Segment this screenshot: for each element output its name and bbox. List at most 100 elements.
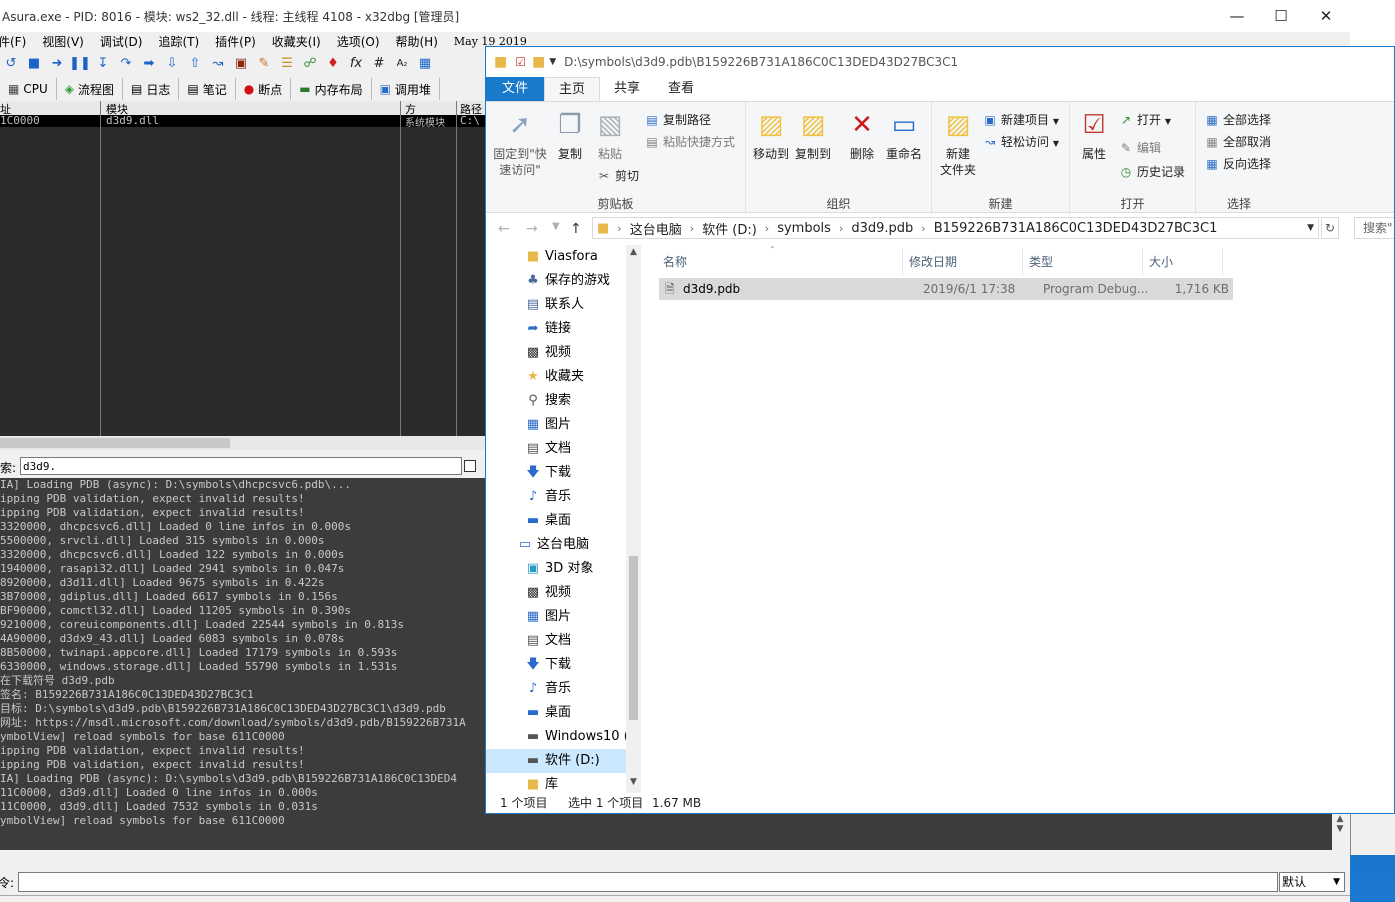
tree-item[interactable]: ➦ 链接 <box>524 317 571 341</box>
copy-path-button[interactable]: ▤ 复制路径 <box>644 112 711 128</box>
log-scroll-arrows[interactable]: ▲ ▼ <box>1332 814 1348 850</box>
tab-memory-map[interactable]: ▬ 内存布局 <box>291 78 372 100</box>
minimize-button[interactable]: — <box>1214 0 1260 32</box>
open-button[interactable]: ↗ 打开 ▼ <box>1118 112 1171 130</box>
tab-home[interactable]: 主页 <box>544 77 601 101</box>
tab-graph[interactable]: ◈ 流程图 <box>57 78 123 100</box>
properties-button[interactable]: ☑ 属性 <box>1076 108 1112 162</box>
properties-icon[interactable]: ☑ <box>515 55 526 69</box>
recent-chevron-icon[interactable]: ▼ <box>552 221 560 232</box>
copy-button[interactable]: ❐ 复制 <box>552 108 588 162</box>
tree-item[interactable]: ♪ 音乐 <box>524 485 571 509</box>
menu-view[interactable]: 视图(V) <box>42 33 92 50</box>
tree-item[interactable]: ▤ 联系人 <box>524 293 584 317</box>
pin-quick-access-button[interactable]: ➚ 固定到"快速访问" <box>492 108 548 178</box>
tree-item[interactable]: ▦ 图片 <box>524 605 571 629</box>
cut-button[interactable]: ✂ 剪切 <box>596 168 639 184</box>
move-to-button[interactable]: ▨ 移动到 <box>752 108 790 162</box>
tab-cpu[interactable]: ▦ CPU <box>0 78 57 100</box>
run-icon[interactable]: ➜ <box>46 53 68 73</box>
tree-item[interactable]: ▤ 文档 <box>524 629 571 653</box>
menu-options[interactable]: 选项(O) <box>337 33 388 50</box>
command-input[interactable] <box>18 872 1278 892</box>
tab-log[interactable]: ▤ 日志 <box>123 78 180 100</box>
bookmarks-icon[interactable]: ♦ <box>322 53 344 73</box>
tree-item[interactable]: 🡇 下载 <box>524 461 571 485</box>
tab-share[interactable]: 共享 <box>600 77 654 101</box>
menu-plugins[interactable]: 插件(P) <box>215 33 264 50</box>
scrollbar-thumb[interactable] <box>0 438 230 448</box>
up-icon[interactable]: ↑ <box>570 221 582 237</box>
patch-icon[interactable]: ✎ <box>253 53 275 73</box>
menu-favourites[interactable]: 收藏夹(I) <box>272 33 329 50</box>
stop-icon[interactable]: ■ <box>23 53 45 73</box>
scrollbar-thumb[interactable] <box>629 556 638 720</box>
refresh-icon[interactable]: ↻ <box>1321 217 1339 239</box>
tree-item[interactable]: ▩ 视频 <box>524 581 571 605</box>
tree-item[interactable]: ▬ Windows10 (C <box>524 725 638 749</box>
breadcrumb-drive-d[interactable]: 软件 (D:) <box>702 219 757 238</box>
menu-help[interactable]: 帮助(H) <box>396 33 446 50</box>
tree-item[interactable]: ▭ 这台电脑 <box>516 533 589 557</box>
hash-icon[interactable]: # <box>368 53 390 73</box>
regex-checkbox[interactable] <box>464 460 476 472</box>
column-name[interactable]: 名称 <box>657 249 903 275</box>
navigation-scrollbar[interactable]: ▲ ▼ <box>626 245 641 793</box>
menu-file[interactable]: 件(F) <box>0 33 34 50</box>
scroll-down-icon[interactable]: ▼ <box>626 777 641 787</box>
tree-item[interactable]: ■ 库 <box>524 773 558 793</box>
execute-till-return-icon[interactable]: ⇧ <box>184 53 206 73</box>
tree-item[interactable]: ★ 收藏夹 <box>524 365 584 389</box>
tree-item[interactable]: ▬ 桌面 <box>524 509 571 533</box>
column-type[interactable]: 类型 <box>1023 249 1143 275</box>
tree-item[interactable]: ▩ 视频 <box>524 341 571 365</box>
breadcrumb-this-pc[interactable]: 这台电脑 <box>630 219 682 238</box>
tree-item[interactable]: ♣ 保存的游戏 <box>524 269 610 293</box>
trace-over-icon[interactable]: ⇩ <box>161 53 183 73</box>
run-to-user-code-icon[interactable]: ↝ <box>207 53 229 73</box>
forward-icon[interactable]: → <box>526 221 538 237</box>
tree-item[interactable]: ■ Viasfora <box>524 245 598 269</box>
pause-icon[interactable]: ❚❚ <box>69 53 91 73</box>
breadcrumb-guid-folder[interactable]: B159226B731A186C0C13DED43D27BC3C1 <box>934 221 1218 236</box>
paste-shortcut-button[interactable]: ▤ 粘贴快捷方式 <box>644 134 735 150</box>
tree-item[interactable]: ▬ 软件 (D:) <box>486 749 626 773</box>
labels-icon[interactable]: ☍ <box>299 53 321 73</box>
tree-item[interactable]: ⚲ 搜索 <box>524 389 571 413</box>
horizontal-scrollbar[interactable] <box>0 436 486 450</box>
tree-item[interactable]: 🡇 下载 <box>524 653 571 677</box>
document-icon[interactable]: ▦ <box>414 53 436 73</box>
breadcrumb-symbols[interactable]: symbols <box>777 221 831 236</box>
tab-breakpoints[interactable]: ● 断点 <box>236 78 292 100</box>
file-row[interactable]: 🗎 d3d9.pdb 2019/6/1 17:38 Program Debug.… <box>659 278 1233 300</box>
tab-view[interactable]: 查看 <box>654 77 708 101</box>
menu-debug[interactable]: 调试(D) <box>100 33 151 50</box>
invert-selection-button[interactable]: ▦ 反向选择 <box>1204 156 1271 172</box>
search-box[interactable]: 搜索" <box>1354 217 1394 239</box>
new-folder-icon[interactable]: ■ <box>532 54 545 70</box>
select-all-button[interactable]: ▦ 全部选择 <box>1204 112 1271 128</box>
rename-button[interactable]: ▭ 重命名 <box>882 108 926 162</box>
tree-item[interactable]: ♪ 音乐 <box>524 677 571 701</box>
new-folder-button[interactable]: ▨ 新建 文件夹 <box>936 108 980 178</box>
history-button[interactable]: ◷ 历史记录 <box>1118 164 1185 180</box>
functions-icon[interactable]: fx <box>345 53 367 73</box>
step-over-icon[interactable]: ↷ <box>115 53 137 73</box>
back-icon[interactable]: ← <box>498 221 510 237</box>
comments-icon[interactable]: ☰ <box>276 53 298 73</box>
paste-button[interactable]: ▧ 粘贴 <box>592 108 628 162</box>
tree-item[interactable]: ▤ 文档 <box>524 437 571 461</box>
delete-button[interactable]: ✕ 删除 <box>844 108 880 162</box>
tree-item[interactable]: ▬ 桌面 <box>524 701 571 725</box>
tab-notes[interactable]: ▤ 笔记 <box>179 78 236 100</box>
close-button[interactable]: ✕ <box>1303 0 1349 32</box>
tree-item[interactable]: ▦ 图片 <box>524 413 571 437</box>
chevron-down-icon[interactable]: ▼ <box>1307 223 1314 233</box>
tab-file[interactable]: 文件 <box>486 77 545 101</box>
tab-call-stack[interactable]: ▣ 调用堆 <box>372 78 440 100</box>
menu-trace[interactable]: 追踪(T) <box>158 33 207 50</box>
trace-into-icon[interactable]: ➡ <box>138 53 160 73</box>
easy-access-button[interactable]: ↝ 轻松访问 ▼ <box>982 134 1059 152</box>
breadcrumb-d3d9-pdb[interactable]: d3d9.pdb <box>851 221 913 236</box>
strings-icon[interactable]: A₂ <box>391 53 413 73</box>
